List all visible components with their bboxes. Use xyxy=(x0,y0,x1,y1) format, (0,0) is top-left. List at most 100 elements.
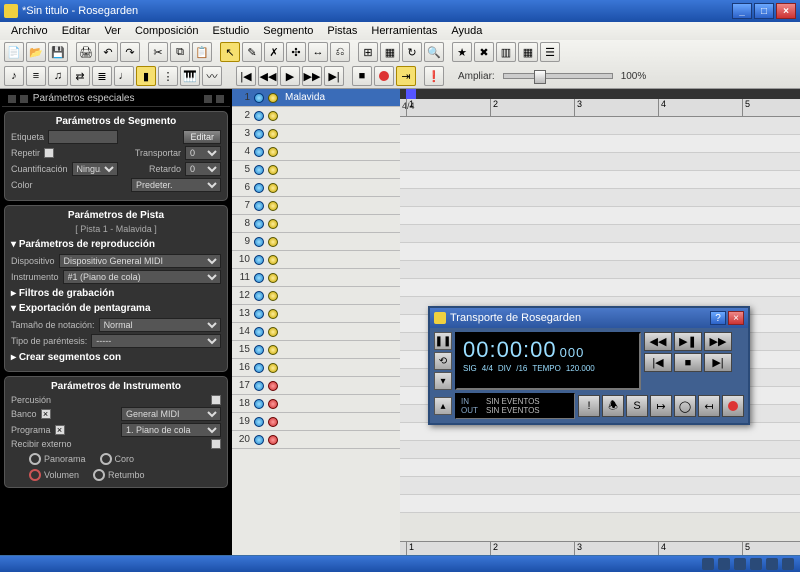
menu-ayuda[interactable]: Ayuda xyxy=(444,25,489,37)
track-row[interactable]: 5 xyxy=(232,161,400,179)
maximize-button[interactable]: □ xyxy=(754,3,774,19)
timeline-lane[interactable] xyxy=(400,207,800,225)
undo-icon[interactable]: ↶ xyxy=(98,42,118,62)
crear-header[interactable]: Crear segmentos con xyxy=(11,350,221,365)
record-arm-icon[interactable] xyxy=(268,291,278,301)
menu-composición[interactable]: Composición xyxy=(128,25,206,37)
cuant-select[interactable]: Ningu. xyxy=(72,162,118,176)
export-header[interactable]: Exportación de pentagrama xyxy=(11,301,221,316)
menu-ver[interactable]: Ver xyxy=(97,25,128,37)
tp-ffwd-button[interactable]: ▶▶ xyxy=(704,332,732,351)
menu-pistas[interactable]: Pistas xyxy=(320,25,364,37)
record-arm-icon[interactable] xyxy=(268,381,278,391)
record-arm-icon[interactable] xyxy=(268,219,278,229)
mute-icon[interactable] xyxy=(254,309,264,319)
timeline-lane[interactable] xyxy=(400,459,800,477)
track-row[interactable]: 4 xyxy=(232,143,400,161)
track-row[interactable]: 8 xyxy=(232,215,400,233)
transport-window[interactable]: Transporte de Rosegarden ? × ❚❚ ⟲ ▾ 00:0… xyxy=(428,306,750,425)
move-tool-icon[interactable]: ✣ xyxy=(286,42,306,62)
tray-icon[interactable] xyxy=(750,558,762,570)
color-select[interactable]: Predeter. xyxy=(131,178,221,192)
record-arm-icon[interactable] xyxy=(268,237,278,247)
record-arm-icon[interactable] xyxy=(268,399,278,409)
record-arm-icon[interactable] xyxy=(268,183,278,193)
tray-icon[interactable] xyxy=(718,558,730,570)
tray-icon[interactable] xyxy=(702,558,714,570)
retumbo-knob[interactable]: Retumbo xyxy=(93,469,145,481)
tp-rewind-button[interactable]: ◀◀ xyxy=(644,332,672,351)
mute-icon[interactable] xyxy=(254,111,264,121)
record-arm-icon[interactable] xyxy=(268,129,278,139)
quantize-icon[interactable]: ▦ xyxy=(380,42,400,62)
tipo-select[interactable]: ----- xyxy=(91,334,221,348)
erase-tool-icon[interactable]: ✗ xyxy=(264,42,284,62)
track-row[interactable]: 18 xyxy=(232,395,400,413)
timeline-lane[interactable] xyxy=(400,153,800,171)
record-arm-icon[interactable] xyxy=(268,201,278,211)
mute-icon[interactable] xyxy=(254,165,264,175)
column-icon[interactable]: ▥ xyxy=(496,42,516,62)
track-tool-6-icon[interactable]: ♩ xyxy=(114,66,134,86)
mute-icon[interactable] xyxy=(254,219,264,229)
track-row[interactable]: 16 xyxy=(232,359,400,377)
save-icon[interactable]: 💾 xyxy=(48,42,68,62)
timeline-lane[interactable] xyxy=(400,243,800,261)
open-icon[interactable]: 📂 xyxy=(26,42,46,62)
record-arm-icon[interactable] xyxy=(268,363,278,373)
volumen-knob[interactable]: Volumen xyxy=(29,469,79,481)
transport-end-icon[interactable]: ▶| xyxy=(324,66,344,86)
track-tool-3-icon[interactable]: ♫ xyxy=(48,66,68,86)
timeline-ruler[interactable]: 4/4 12345 xyxy=(400,89,800,117)
timeline-lane[interactable] xyxy=(400,225,800,243)
transport-mode-icon[interactable]: ⟲ xyxy=(434,352,452,370)
close-button[interactable]: × xyxy=(776,3,796,19)
timeline-lane[interactable] xyxy=(400,279,800,297)
record-arm-icon[interactable] xyxy=(268,147,278,157)
tp-panic-button[interactable]: ! xyxy=(578,395,600,417)
paste-icon[interactable]: 📋 xyxy=(192,42,212,62)
transport-ffwd-icon[interactable]: ▶▶ xyxy=(302,66,322,86)
track-row[interactable]: 12 xyxy=(232,287,400,305)
star-icon[interactable]: ★ xyxy=(452,42,472,62)
tray-icon[interactable] xyxy=(782,558,794,570)
prog-select[interactable]: 1. Piano de cola xyxy=(121,423,221,437)
tp-stop-button[interactable]: ■ xyxy=(674,353,702,372)
record-arm-icon[interactable] xyxy=(268,417,278,427)
transport-play-icon[interactable]: ▶ xyxy=(280,66,300,86)
cut-icon[interactable]: ✂ xyxy=(148,42,168,62)
mute-icon[interactable] xyxy=(254,291,264,301)
tp-loop-button[interactable]: ◯ xyxy=(674,395,696,417)
instr-select[interactable]: #1 (Piano de cola) xyxy=(63,270,221,284)
transport-titlebar[interactable]: Transporte de Rosegarden ? × xyxy=(430,308,748,328)
disp-select[interactable]: Dispositivo General MIDI xyxy=(59,254,221,268)
record-arm-icon[interactable] xyxy=(268,111,278,121)
record-arm-icon[interactable] xyxy=(268,273,278,283)
filtros-header[interactable]: Filtros de grabación xyxy=(11,286,221,301)
track-row[interactable]: 3 xyxy=(232,125,400,143)
repeat-icon[interactable]: ↻ xyxy=(402,42,422,62)
menu-segmento[interactable]: Segmento xyxy=(256,25,320,37)
record-arm-icon[interactable] xyxy=(268,255,278,265)
mute-icon[interactable] xyxy=(254,399,264,409)
transport-help-button[interactable]: ? xyxy=(710,311,726,325)
etiqueta-input[interactable] xyxy=(48,130,118,144)
redo-icon[interactable]: ↷ xyxy=(120,42,140,62)
retardo-select[interactable]: 0 xyxy=(185,162,221,176)
record-arm-icon[interactable] xyxy=(268,435,278,445)
track-tool-1-icon[interactable]: ♪ xyxy=(4,66,24,86)
track-tool-9-icon[interactable]: 🎹 xyxy=(180,66,200,86)
track-row[interactable]: 6 xyxy=(232,179,400,197)
timeline-lane[interactable] xyxy=(400,261,800,279)
record-arm-icon[interactable] xyxy=(268,345,278,355)
transport-close-button[interactable]: × xyxy=(728,311,744,325)
mute-icon[interactable] xyxy=(254,255,264,265)
mute-icon[interactable] xyxy=(254,435,264,445)
record-arm-icon[interactable] xyxy=(268,165,278,175)
timeline-lane[interactable] xyxy=(400,477,800,495)
timeline-lane[interactable] xyxy=(400,135,800,153)
tp-record-button[interactable] xyxy=(722,395,744,417)
timeline-bottom-ruler[interactable]: 12345 xyxy=(400,541,800,555)
track-row[interactable]: 20 xyxy=(232,431,400,449)
tp-start-button[interactable]: |◀ xyxy=(644,353,672,372)
